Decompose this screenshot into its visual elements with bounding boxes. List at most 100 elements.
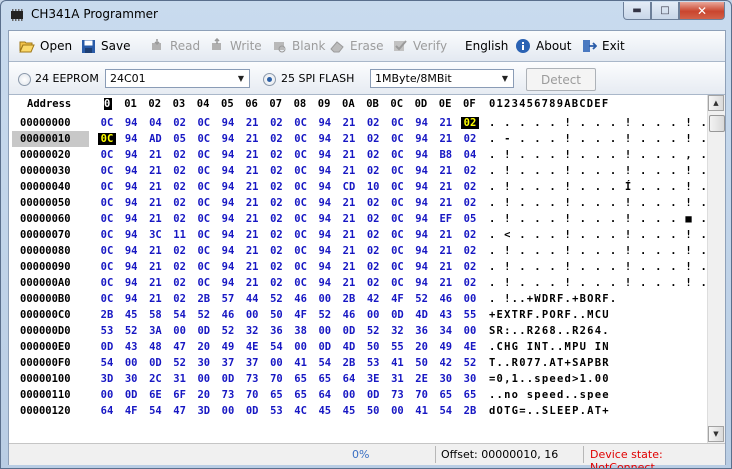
hex-byte[interactable]: 94 xyxy=(316,181,334,193)
hex-byte[interactable]: 00 xyxy=(461,325,479,337)
hex-byte[interactable]: 02 xyxy=(461,133,479,145)
hex-byte[interactable]: 02 xyxy=(364,245,382,257)
hex-byte[interactable]: 32 xyxy=(388,325,406,337)
hex-byte[interactable]: 94 xyxy=(122,133,140,145)
hex-byte[interactable]: 94 xyxy=(316,197,334,209)
hex-byte[interactable]: 00 xyxy=(243,309,261,321)
hex-byte[interactable]: 00 xyxy=(292,341,310,353)
hex-byte[interactable]: 21 xyxy=(146,165,164,177)
hex-byte[interactable]: 02 xyxy=(267,117,285,129)
hex-byte[interactable]: 02 xyxy=(171,165,189,177)
hex-byte[interactable]: 53 xyxy=(267,405,285,417)
hex-byte[interactable]: 50 xyxy=(364,341,382,353)
hex-byte[interactable]: 02 xyxy=(364,197,382,209)
hex-byte[interactable]: 21 xyxy=(437,181,455,193)
hex-byte[interactable]: 54 xyxy=(171,309,189,321)
hex-byte[interactable]: 0D xyxy=(340,325,358,337)
hex-byte[interactable]: 94 xyxy=(219,245,237,257)
hex-byte[interactable]: 02 xyxy=(267,197,285,209)
hex-byte[interactable]: 94 xyxy=(413,213,431,225)
hex-byte[interactable]: 00 xyxy=(388,405,406,417)
hex-byte[interactable]: 4F xyxy=(122,405,140,417)
hex-byte[interactable]: 05 xyxy=(171,133,189,145)
hex-byte[interactable]: 21 xyxy=(437,165,455,177)
hex-byte[interactable]: 0C xyxy=(388,197,406,209)
hex-byte[interactable]: 94 xyxy=(219,229,237,241)
hex-byte[interactable]: 0C xyxy=(98,165,116,177)
hex-byte[interactable]: 0C xyxy=(98,229,116,241)
hex-byte[interactable]: 0C xyxy=(195,213,213,225)
hex-byte[interactable]: 0C xyxy=(388,117,406,129)
hex-byte[interactable]: 54 xyxy=(437,405,455,417)
hex-byte[interactable]: 02 xyxy=(364,165,382,177)
hex-byte[interactable]: 73 xyxy=(243,373,261,385)
detect-button[interactable]: Detect xyxy=(526,68,596,91)
hex-byte[interactable]: 02 xyxy=(461,117,479,129)
hex-byte[interactable]: 65 xyxy=(461,389,479,401)
hex-byte[interactable]: 0C xyxy=(388,229,406,241)
hex-byte[interactable]: 0C xyxy=(388,245,406,257)
hex-byte[interactable]: 41 xyxy=(292,357,310,369)
hex-byte[interactable]: 00 xyxy=(98,389,116,401)
ascii-text[interactable]: dOTG=..SLEEP.AT+ xyxy=(489,405,610,417)
hex-byte[interactable]: 54 xyxy=(267,341,285,353)
ascii-text[interactable]: . ! . . . ! . . . ! . . . ! . . xyxy=(489,197,723,209)
hex-byte[interactable]: 94 xyxy=(219,181,237,193)
hex-byte[interactable]: 30 xyxy=(461,373,479,385)
hex-byte[interactable]: 0C xyxy=(388,165,406,177)
hex-byte[interactable]: 02 xyxy=(171,117,189,129)
hex-byte[interactable]: 94 xyxy=(316,261,334,273)
hex-byte[interactable]: 0C xyxy=(98,149,116,161)
hex-byte[interactable]: 0D xyxy=(146,357,164,369)
hex-byte[interactable]: 0C xyxy=(292,213,310,225)
hex-byte[interactable]: 94 xyxy=(413,181,431,193)
hex-byte[interactable]: 64 xyxy=(98,405,116,417)
hex-byte[interactable]: 02 xyxy=(171,213,189,225)
hex-byte[interactable]: 43 xyxy=(437,309,455,321)
hex-byte[interactable]: 2C xyxy=(146,373,164,385)
hex-byte[interactable]: 21 xyxy=(243,197,261,209)
eeprom-select[interactable]: 24C01 ▼ xyxy=(105,69,250,88)
hex-byte[interactable]: 21 xyxy=(243,213,261,225)
ascii-text[interactable]: . ! . . . ! . . . ! . . . ! . . xyxy=(489,245,723,257)
hex-byte[interactable]: 94 xyxy=(316,117,334,129)
hex-byte[interactable]: 48 xyxy=(146,341,164,353)
hex-byte[interactable]: 64 xyxy=(340,373,358,385)
hex-byte[interactable]: 21 xyxy=(243,133,261,145)
hex-byte[interactable]: 02 xyxy=(267,229,285,241)
hex-byte[interactable]: 94 xyxy=(219,117,237,129)
hex-byte[interactable]: 0C xyxy=(195,149,213,161)
hex-byte[interactable]: 94 xyxy=(316,245,334,257)
hex-byte[interactable]: 37 xyxy=(243,357,261,369)
hex-byte[interactable]: 0C xyxy=(292,149,310,161)
hex-byte[interactable]: 0D xyxy=(388,309,406,321)
hex-byte[interactable]: 52 xyxy=(171,357,189,369)
hex-byte[interactable]: 21 xyxy=(146,213,164,225)
hex-byte[interactable]: 0C xyxy=(98,181,116,193)
hex-byte[interactable]: 0C xyxy=(98,133,116,145)
ascii-text[interactable]: . - . . . ! . . . ! . . . ! . . xyxy=(489,133,723,145)
ascii-text[interactable]: . ! . . . ! . . . ! . . . ! . . xyxy=(489,165,723,177)
hex-byte[interactable]: 94 xyxy=(122,229,140,241)
hex-byte[interactable]: 52 xyxy=(461,357,479,369)
hex-byte[interactable]: 37 xyxy=(219,357,237,369)
hex-byte[interactable]: 52 xyxy=(413,293,431,305)
save-button[interactable]: Save xyxy=(81,36,130,56)
hex-byte[interactable]: 0C xyxy=(292,277,310,289)
hex-byte[interactable]: 55 xyxy=(461,309,479,321)
hex-byte[interactable]: 4C xyxy=(292,405,310,417)
hex-byte[interactable]: 94 xyxy=(413,261,431,273)
hex-byte[interactable]: 43 xyxy=(122,341,140,353)
hex-byte[interactable]: AD xyxy=(146,133,164,145)
hex-byte[interactable]: 52 xyxy=(316,309,334,321)
hex-byte[interactable]: 21 xyxy=(340,229,358,241)
hex-byte[interactable]: 94 xyxy=(316,149,334,161)
hex-byte[interactable]: 30 xyxy=(122,373,140,385)
hex-byte[interactable]: 05 xyxy=(461,213,479,225)
hex-byte[interactable]: 46 xyxy=(340,309,358,321)
hex-byte[interactable]: 21 xyxy=(146,149,164,161)
hex-byte[interactable]: 94 xyxy=(219,165,237,177)
hex-byte[interactable]: 65 xyxy=(292,373,310,385)
hex-byte[interactable]: 02 xyxy=(461,261,479,273)
hex-byte[interactable]: 65 xyxy=(316,373,334,385)
